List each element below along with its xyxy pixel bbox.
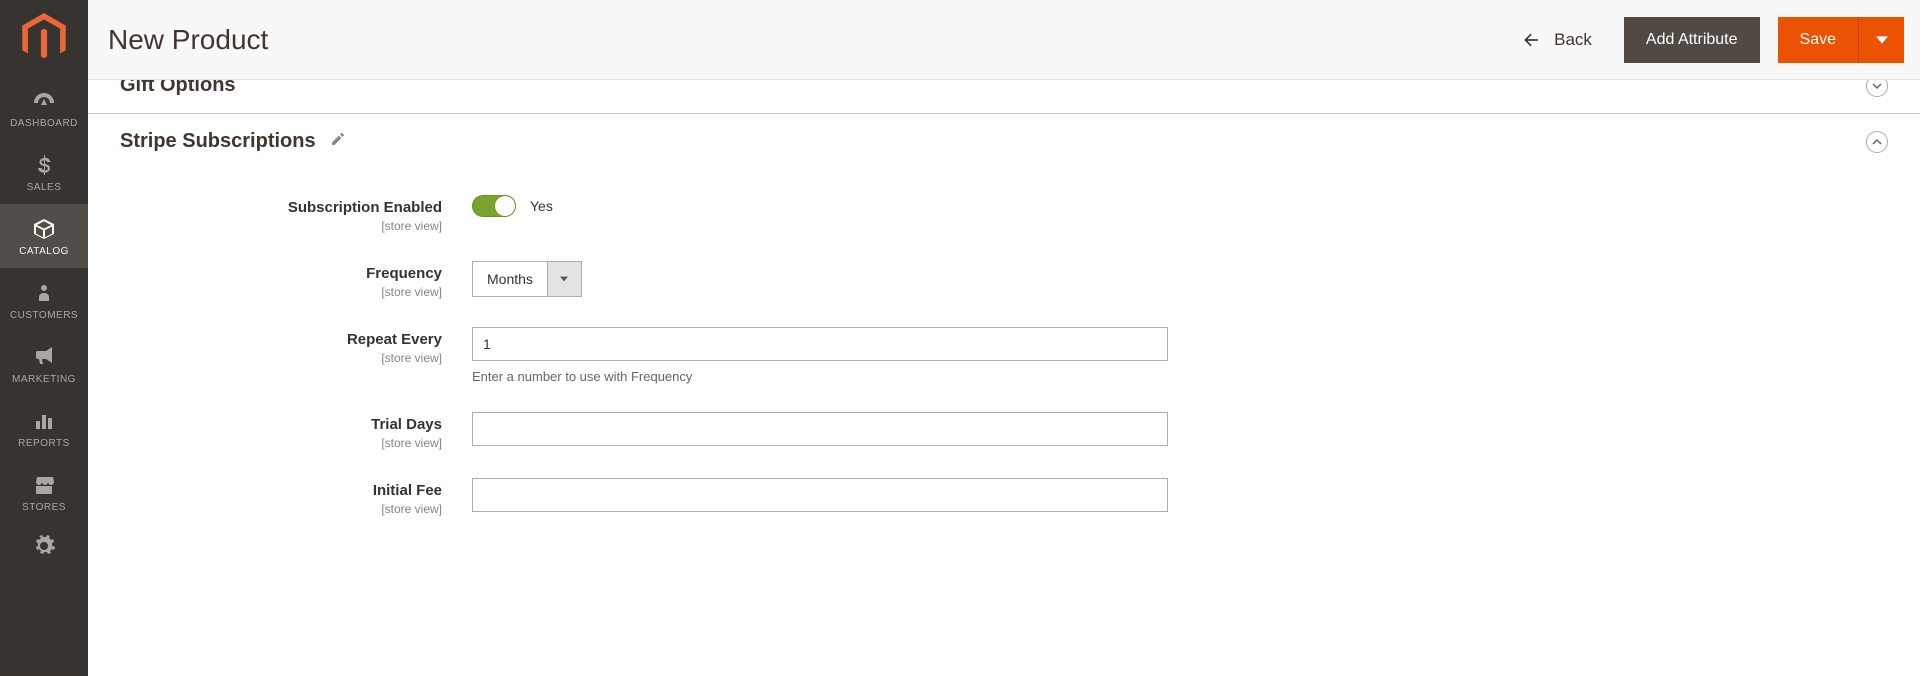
- admin-sidebar: DASHBOARD SALES CATALOG CUSTOMERS MARKET: [0, 0, 88, 676]
- nav-label: SALES: [27, 182, 62, 193]
- field-repeat-every: Repeat Every [store view] Enter a number…: [120, 327, 1888, 384]
- section-stripe-header[interactable]: Stripe Subscriptions: [88, 114, 1920, 169]
- caret-down-icon: [560, 275, 568, 283]
- nav-sales[interactable]: SALES: [0, 140, 88, 204]
- subscription-enabled-toggle[interactable]: [472, 195, 516, 217]
- field-label: Subscription Enabled: [288, 199, 442, 216]
- box-icon: [32, 216, 56, 242]
- add-attribute-button[interactable]: Add Attribute: [1624, 17, 1760, 63]
- nav-customers[interactable]: CUSTOMERS: [0, 268, 88, 332]
- save-dropdown-toggle[interactable]: [1858, 17, 1904, 63]
- nav-label: CUSTOMERS: [10, 310, 78, 321]
- nav-label: MARKETING: [12, 374, 76, 385]
- field-label: Trial Days: [371, 416, 442, 433]
- field-label: Initial Fee: [373, 482, 442, 499]
- nav-system[interactable]: [0, 524, 88, 572]
- store-icon: [32, 472, 56, 498]
- nav-marketing[interactable]: MARKETING: [0, 332, 88, 396]
- expand-icon[interactable]: [1866, 80, 1888, 97]
- field-frequency: Frequency [store view] Months: [120, 261, 1888, 299]
- dollar-icon: [32, 152, 56, 178]
- page-title: New Product: [108, 24, 1522, 56]
- select-value: Months: [473, 262, 547, 296]
- arrow-left-icon: [1522, 30, 1542, 50]
- toggle-value-text: Yes: [530, 198, 553, 214]
- page-header: New Product Back Add Attribute Save: [88, 0, 1920, 80]
- back-label: Back: [1554, 30, 1592, 50]
- section-stripe-body: Subscription Enabled [store view] Yes Fr…: [88, 169, 1920, 516]
- field-trial-days: Trial Days [store view]: [120, 412, 1888, 450]
- nav-label: STORES: [22, 502, 66, 513]
- nav-catalog[interactable]: CATALOG: [0, 204, 88, 268]
- trial-days-input[interactable]: [472, 412, 1168, 446]
- field-label: Frequency: [366, 265, 442, 282]
- save-button[interactable]: Save: [1778, 17, 1858, 63]
- field-scope: [store view]: [120, 436, 442, 450]
- initial-fee-input[interactable]: [472, 478, 1168, 512]
- gauge-icon: [32, 88, 56, 114]
- frequency-select[interactable]: Months: [472, 261, 582, 297]
- nav-label: DASHBOARD: [10, 118, 78, 129]
- field-scope: [store view]: [120, 502, 442, 516]
- nav-label: REPORTS: [18, 438, 70, 449]
- chevron-down-icon: [1872, 81, 1882, 91]
- nav-label: CATALOG: [19, 246, 69, 257]
- edit-section-icon[interactable]: [330, 130, 346, 153]
- field-subscription-enabled: Subscription Enabled [store view] Yes: [120, 195, 1888, 233]
- field-initial-fee: Initial Fee [store view]: [120, 478, 1888, 516]
- save-button-group: Save: [1778, 17, 1904, 63]
- field-note: Enter a number to use with Frequency: [472, 369, 1202, 384]
- select-arrow: [547, 262, 581, 296]
- back-link[interactable]: Back: [1522, 30, 1592, 50]
- nav-dashboard[interactable]: DASHBOARD: [0, 76, 88, 140]
- section-title: Stripe Subscriptions: [120, 130, 316, 153]
- field-scope: [store view]: [120, 351, 442, 365]
- caret-down-icon: [1876, 34, 1888, 46]
- collapse-icon[interactable]: [1866, 131, 1888, 153]
- field-scope: [store view]: [120, 285, 442, 299]
- pencil-icon: [330, 131, 346, 147]
- nav-reports[interactable]: REPORTS: [0, 396, 88, 460]
- field-label: Repeat Every: [347, 331, 442, 348]
- bullhorn-icon: [32, 344, 56, 370]
- section-title: Gift Options: [120, 80, 236, 97]
- chevron-up-icon: [1872, 137, 1882, 147]
- person-icon: [32, 280, 56, 306]
- magento-logo[interactable]: [0, 0, 88, 76]
- gear-icon: [32, 533, 56, 559]
- nav-stores[interactable]: STORES: [0, 460, 88, 524]
- bar-chart-icon: [32, 408, 56, 434]
- repeat-every-input[interactable]: [472, 327, 1168, 361]
- section-gift-options-header[interactable]: Gift Options: [88, 80, 1920, 114]
- field-scope: [store view]: [120, 219, 442, 233]
